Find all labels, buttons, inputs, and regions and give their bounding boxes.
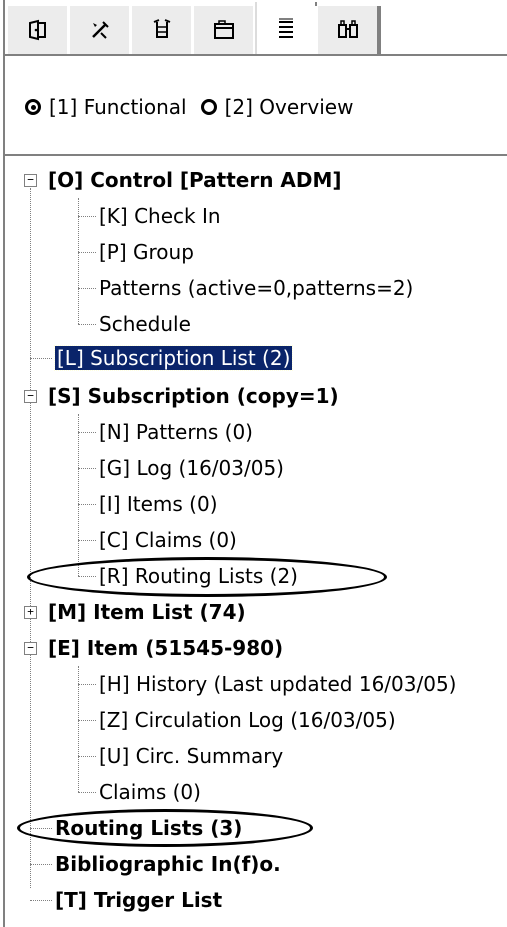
tree-h bbox=[78, 252, 96, 253]
tree-node-group[interactable]: [P] Group bbox=[97, 235, 196, 269]
tree-h bbox=[78, 540, 96, 541]
tree-node-circ-summary[interactable]: [U] Circ. Summary bbox=[97, 739, 285, 773]
tree-node-routing-lists[interactable]: [R] Routing Lists (2) bbox=[97, 559, 300, 593]
tree-node-patterns[interactable]: Patterns (active=0,patterns=2) bbox=[97, 271, 415, 305]
tree-h bbox=[78, 792, 96, 793]
tree-h bbox=[30, 358, 52, 359]
tree-node-check-in[interactable]: [K] Check In bbox=[97, 199, 223, 233]
collapse-icon[interactable]: − bbox=[24, 174, 37, 187]
tree-h bbox=[78, 432, 96, 433]
collapse-icon[interactable]: − bbox=[24, 642, 37, 655]
collapse-icon[interactable]: − bbox=[24, 390, 37, 403]
tree-node-sub-patterns[interactable]: [N] Patterns (0) bbox=[97, 415, 255, 449]
tree-node-control[interactable]: [O] Control [Pattern ADM] bbox=[46, 163, 344, 197]
expand-icon[interactable]: + bbox=[24, 606, 37, 619]
tree-h bbox=[78, 756, 96, 757]
tree-h bbox=[30, 864, 52, 865]
tree-node-items[interactable]: [I] Items (0) bbox=[97, 487, 220, 521]
tree-h bbox=[78, 504, 96, 505]
tree-node-bib-info[interactable]: Bibliographic In(f)o. bbox=[53, 847, 283, 881]
tree-h bbox=[78, 468, 96, 469]
tree-line-root bbox=[30, 188, 31, 888]
tree-node-item-claims[interactable]: Claims (0) bbox=[97, 775, 203, 809]
tree-h bbox=[78, 216, 96, 217]
tree-h bbox=[30, 900, 52, 901]
tree-line-subscription bbox=[78, 414, 79, 576]
tree-h bbox=[78, 324, 96, 325]
tree-node-subscription-list[interactable]: [L] Subscription List (2) bbox=[53, 341, 294, 375]
tree-node-item-routing-lists[interactable]: Routing Lists (3) bbox=[53, 811, 244, 845]
tree-h bbox=[78, 288, 96, 289]
tree-h bbox=[78, 720, 96, 721]
tree-view: − − + − [O] Control [Pattern ADM] [K] Ch… bbox=[5, 0, 507, 927]
tree-node-schedule[interactable]: Schedule bbox=[97, 307, 193, 341]
tree-h bbox=[78, 684, 96, 685]
left-panel: [1] Functional [2] Overview − − + − [O] … bbox=[3, 0, 507, 927]
tree-node-history[interactable]: [H] History (Last updated 16/03/05) bbox=[97, 667, 458, 701]
tree-node-log[interactable]: [G] Log (16/03/05) bbox=[97, 451, 286, 485]
tree-node-claims[interactable]: [C] Claims (0) bbox=[97, 523, 239, 557]
tree-node-subscription[interactable]: [S] Subscription (copy=1) bbox=[46, 379, 341, 413]
tree-node-item[interactable]: [E] Item (51545-980) bbox=[46, 631, 285, 665]
tree-node-circ-log[interactable]: [Z] Circulation Log (16/03/05) bbox=[97, 703, 398, 737]
tree-node-item-list[interactable]: [M] Item List (74) bbox=[46, 595, 248, 629]
tree-h bbox=[30, 828, 52, 829]
tree-h bbox=[78, 576, 96, 577]
tree-node-trigger-list[interactable]: [T] Trigger List bbox=[53, 883, 224, 917]
